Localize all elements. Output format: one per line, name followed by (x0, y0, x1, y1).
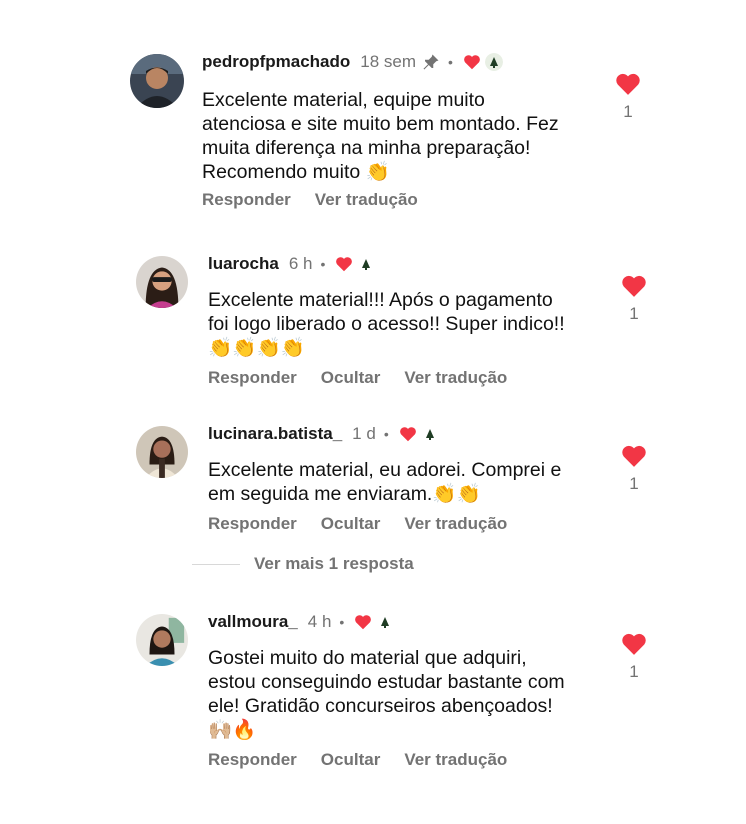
like-button[interactable]: 1 (619, 274, 649, 324)
translate-button[interactable]: Ver tradução (404, 750, 507, 770)
translate-button[interactable]: Ver tradução (404, 514, 507, 534)
avatar[interactable] (136, 256, 188, 308)
reply-button[interactable]: Responder (208, 514, 297, 534)
liked-by-author-heart-icon (354, 614, 372, 630)
divider-line (192, 563, 240, 565)
hide-button[interactable]: Ocultar (321, 514, 381, 534)
like-button[interactable]: 1 (619, 632, 649, 682)
comment-text: Excelente material!!! Após o pagamento f… (208, 289, 565, 359)
avatar[interactable] (130, 54, 184, 108)
liked-by-author-avatar (376, 613, 395, 631)
heart-icon[interactable] (621, 444, 647, 468)
comment-text: Excelente material, eu adorei. Comprei e… (208, 459, 562, 505)
timestamp: 4 h (307, 612, 332, 631)
comment-text: Excelente material, equipe muito atencio… (202, 89, 559, 183)
like-count: 1 (623, 102, 633, 121)
liked-by-author-heart-icon (463, 54, 481, 70)
liked-by-author-avatar (357, 255, 376, 273)
username[interactable]: lucinara.batista_ (208, 424, 342, 444)
timestamp: 1 d (352, 424, 376, 443)
separator-dot: • (320, 256, 326, 272)
liked-by-author-heart-icon (399, 426, 417, 442)
translate-button[interactable]: Ver tradução (404, 368, 507, 388)
timestamp: 6 h (288, 254, 313, 273)
heart-icon[interactable] (621, 274, 647, 298)
hide-button[interactable]: Ocultar (321, 368, 381, 388)
view-more-replies-label[interactable]: Ver mais 1 resposta (254, 554, 414, 574)
comment-text: Gostei muito do material que adquiri, es… (208, 647, 565, 741)
like-button[interactable]: 1 (613, 72, 643, 122)
heart-icon[interactable] (621, 632, 647, 656)
heart-icon[interactable] (615, 72, 641, 96)
separator-dot: • (339, 614, 345, 630)
pin-icon (422, 53, 440, 71)
separator-dot: • (383, 426, 389, 442)
like-count: 1 (629, 474, 639, 493)
reply-button[interactable]: Responder (208, 368, 297, 388)
username[interactable]: pedropfpmachado (202, 52, 350, 72)
avatar[interactable] (136, 614, 188, 666)
like-button[interactable]: 1 (619, 444, 649, 494)
like-count: 1 (629, 304, 639, 323)
hide-button[interactable]: Ocultar (321, 750, 381, 770)
liked-by-author-avatar (420, 425, 439, 443)
username[interactable]: luarocha (208, 254, 279, 274)
liked-by-author-avatar (484, 53, 503, 71)
reply-button[interactable]: Responder (208, 750, 297, 770)
reply-button[interactable]: Responder (202, 190, 291, 210)
timestamp: 18 sem (360, 52, 417, 71)
username[interactable]: vallmoura_ (208, 612, 298, 632)
view-more-replies-button[interactable]: Ver mais 1 resposta (192, 554, 414, 574)
translate-button[interactable]: Ver tradução (315, 190, 418, 210)
separator-dot: • (448, 54, 453, 70)
like-count: 1 (629, 662, 639, 681)
avatar[interactable] (136, 426, 188, 478)
liked-by-author-heart-icon (335, 256, 353, 272)
